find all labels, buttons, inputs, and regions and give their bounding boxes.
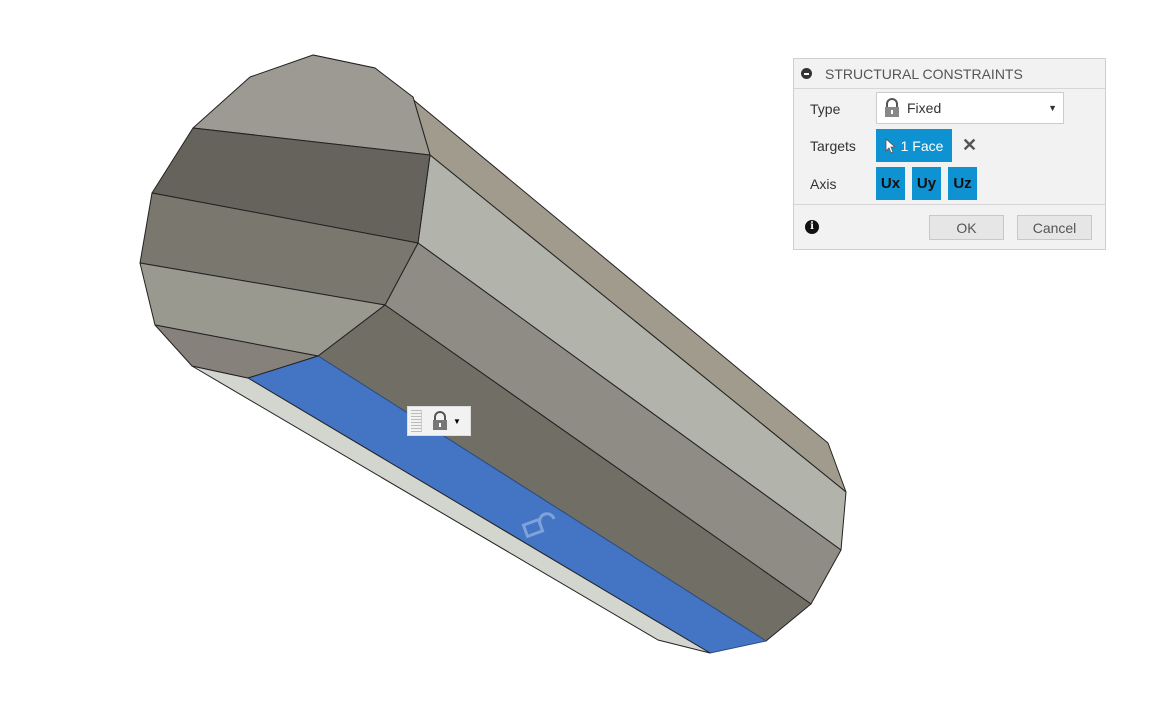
info-icon[interactable]: i	[805, 220, 819, 234]
ok-button[interactable]: OK	[929, 215, 1004, 240]
dialog-header[interactable]: STRUCTURAL CONSTRAINTS	[794, 59, 1105, 89]
constraint-glyph-menu[interactable]: ▼	[407, 406, 471, 436]
axis-label: Axis	[810, 176, 837, 192]
structural-constraints-dialog: STRUCTURAL CONSTRAINTS Type Fixed ▼ Targ…	[793, 58, 1106, 250]
lock-icon	[433, 411, 447, 430]
axis-ux-toggle[interactable]: Ux	[876, 167, 905, 200]
cancel-button[interactable]: Cancel	[1017, 215, 1092, 240]
collapse-icon[interactable]	[801, 68, 812, 79]
drag-handle[interactable]	[411, 410, 422, 432]
chevron-down-icon: ▼	[1048, 103, 1057, 113]
axis-uy-toggle[interactable]: Uy	[912, 167, 941, 200]
type-dropdown[interactable]: Fixed ▼	[876, 92, 1064, 124]
divider	[794, 204, 1105, 205]
targets-value: 1 Face	[900, 137, 944, 154]
chevron-down-icon[interactable]: ▼	[453, 417, 461, 426]
dialog-title: STRUCTURAL CONSTRAINTS	[825, 65, 1023, 82]
type-label: Type	[810, 101, 841, 117]
axis-uz-toggle[interactable]: Uz	[948, 167, 977, 200]
clear-selection-icon[interactable]: ✕	[962, 135, 977, 156]
cursor-arrow-icon	[885, 137, 895, 154]
lock-icon	[885, 98, 899, 117]
type-value: Fixed	[907, 100, 942, 116]
targets-label: Targets	[810, 138, 856, 154]
targets-selection-button[interactable]: 1 Face	[876, 129, 952, 162]
